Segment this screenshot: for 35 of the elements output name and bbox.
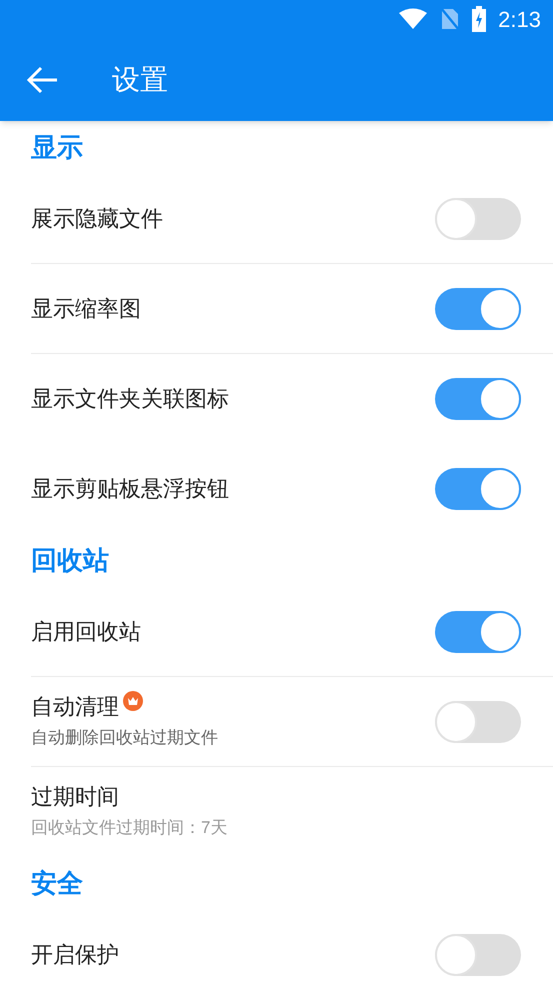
setting-title: 过期时间 bbox=[31, 783, 119, 812]
settings-row[interactable]: 展示隐藏文件 bbox=[31, 174, 553, 264]
settings-row[interactable]: 过期时间 回收站文件过期时间：7天 bbox=[31, 767, 553, 857]
section-header: 安全 bbox=[31, 867, 83, 900]
section-header: 显示 bbox=[31, 131, 83, 164]
setting-title: 自动清理 bbox=[31, 692, 119, 721]
toggle-switch[interactable] bbox=[435, 198, 521, 240]
section-header: 回收站 bbox=[31, 544, 109, 577]
setting-title: 显示剪贴板悬浮按钮 bbox=[31, 475, 229, 503]
settings-row[interactable]: 显示文件夹关联图标 bbox=[31, 354, 553, 444]
settings-row[interactable]: 启用回收站 bbox=[31, 587, 553, 677]
setting-title: 开启保护 bbox=[31, 941, 119, 969]
battery-charging-icon bbox=[472, 6, 486, 32]
setting-title: 启用回收站 bbox=[31, 618, 141, 646]
page-title: 设置 bbox=[112, 62, 168, 96]
back-arrow-icon bbox=[27, 66, 59, 94]
wifi-icon bbox=[398, 8, 428, 30]
setting-description: 自动删除回收站过期文件 bbox=[31, 726, 218, 749]
toggle-switch[interactable] bbox=[435, 288, 521, 330]
crown-badge-icon bbox=[123, 690, 143, 711]
toggle-switch[interactable] bbox=[435, 700, 521, 742]
toggle-switch[interactable] bbox=[435, 378, 521, 420]
toggle-switch[interactable] bbox=[435, 934, 521, 976]
status-time: 2:13 bbox=[498, 6, 541, 34]
setting-description: 回收站文件过期时间：7天 bbox=[31, 817, 228, 840]
setting-title: 展示隐藏文件 bbox=[31, 204, 163, 232]
settings-row[interactable]: 显示剪贴板悬浮按钮 bbox=[31, 444, 553, 534]
no-sim-icon bbox=[440, 7, 460, 31]
settings-row[interactable]: 显示缩率图 bbox=[31, 264, 553, 354]
settings-row[interactable]: 开启保护 bbox=[31, 910, 553, 983]
toggle-switch[interactable] bbox=[435, 468, 521, 510]
setting-title: 显示缩率图 bbox=[31, 294, 141, 322]
settings-row[interactable]: 自动清理 自动删除回收站过期文件 bbox=[31, 677, 553, 767]
toggle-switch[interactable] bbox=[435, 610, 521, 652]
setting-title: 显示文件夹关联图标 bbox=[31, 385, 229, 413]
